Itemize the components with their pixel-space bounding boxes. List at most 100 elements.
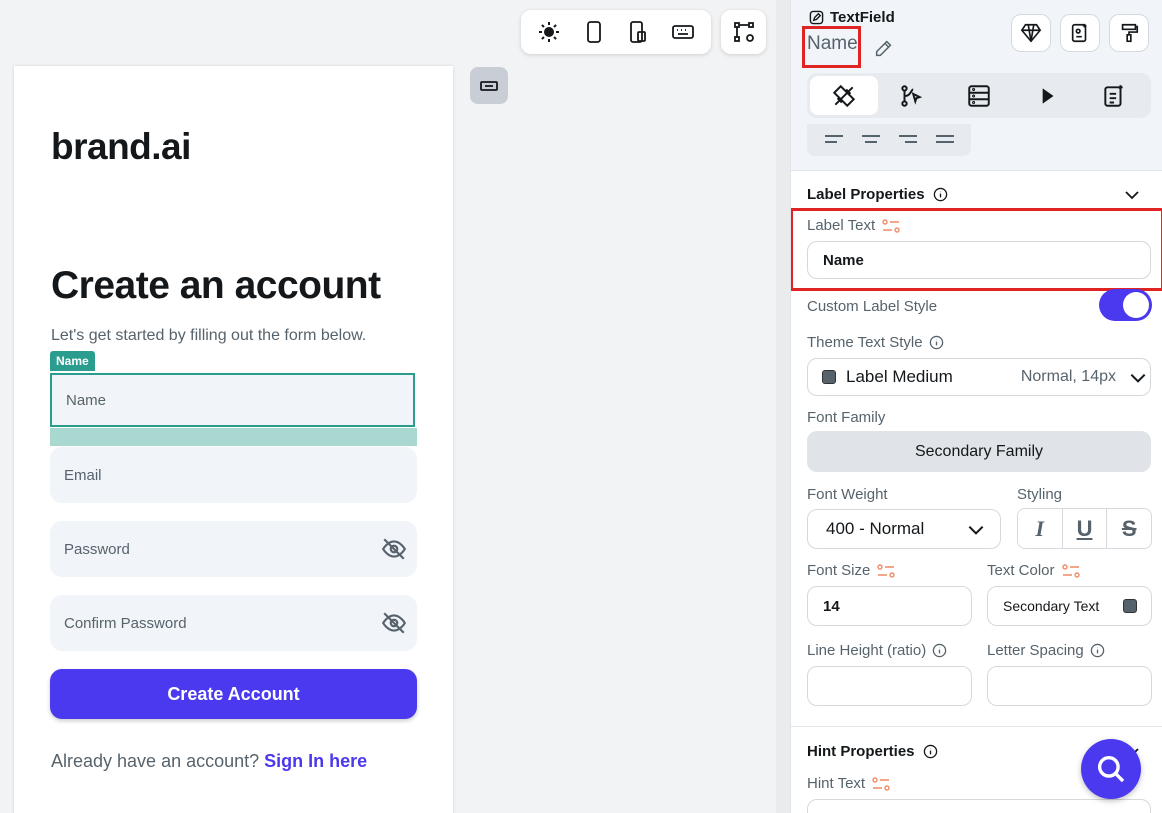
diamond-button[interactable]	[1011, 14, 1051, 52]
email-field[interactable]: Email	[50, 447, 417, 503]
selection-padding-highlight	[50, 428, 417, 446]
canvas-scrollbar[interactable]	[776, 0, 790, 813]
confirm-password-field[interactable]: Confirm Password	[50, 595, 417, 651]
info-icon[interactable]	[923, 744, 938, 759]
search-fab[interactable]	[1081, 739, 1141, 799]
hint-properties-title[interactable]: Hint Properties	[807, 743, 938, 760]
password-field-label: Password	[64, 540, 130, 558]
align-left-icon[interactable]	[823, 132, 845, 148]
format-paint-button[interactable]	[1109, 14, 1149, 52]
text-color-value: Secondary Text	[1003, 598, 1100, 614]
tab-properties[interactable]	[810, 76, 878, 115]
chevron-down-icon	[968, 525, 984, 535]
info-icon[interactable]	[929, 335, 944, 350]
theme-text-style-dropdown[interactable]: Label Medium Normal, 14px	[807, 358, 1151, 396]
selected-widget-tag: Name	[50, 351, 95, 371]
styling-buttons: I U S	[1017, 508, 1152, 549]
tab-documentation[interactable]	[1080, 76, 1148, 115]
info-icon[interactable]	[1090, 643, 1105, 658]
font-size-value: 14	[823, 597, 840, 615]
font-family-value: Secondary Family	[914, 442, 1044, 460]
signin-row: Already have an account? Sign In here	[51, 751, 367, 772]
email-field-label: Email	[64, 466, 102, 484]
page-subtitle: Let's get started by filling out the for…	[51, 327, 367, 344]
edit-square-icon	[809, 10, 824, 25]
custom-label-style-text: Custom Label Style	[807, 298, 938, 315]
eye-off-icon[interactable]	[381, 610, 407, 636]
chevron-down-icon	[1130, 373, 1146, 383]
line-height-label-text: Line Height (ratio)	[807, 642, 927, 659]
font-family-label-text: Font Family	[807, 409, 886, 426]
hint-properties-title-text: Hint Properties	[807, 743, 915, 760]
font-weight-label: Font Weight	[807, 486, 888, 503]
theme-style-value: Label Medium	[846, 367, 953, 386]
text-color-label-text: Text Color	[987, 562, 1055, 579]
strikethrough-button[interactable]: S	[1107, 509, 1151, 548]
letter-spacing-input[interactable]	[987, 666, 1152, 706]
phone-icon	[586, 21, 601, 43]
label-properties-title[interactable]: Label Properties	[807, 186, 948, 203]
hint-text-label: Hint Text	[807, 775, 891, 792]
font-family-button[interactable]: Secondary Family	[807, 431, 1151, 472]
align-center-icon[interactable]	[860, 132, 882, 148]
font-weight-dropdown[interactable]: 400 - Normal	[807, 509, 1001, 549]
custom-label-style-label: Custom Label Style	[807, 298, 937, 315]
component-type-label: TextField	[830, 9, 895, 26]
password-field[interactable]: Password	[50, 521, 417, 577]
hint-text-input[interactable]	[807, 799, 1151, 813]
letter-spacing-label: Letter Spacing	[987, 642, 1105, 659]
confirm-password-field-label: Confirm Password	[64, 614, 187, 632]
text-color-label: Text Color	[987, 562, 1081, 579]
keyboard-toggle-button[interactable]	[667, 16, 699, 48]
tab-actions[interactable]	[878, 76, 946, 115]
widget-tree-toolbar	[721, 10, 766, 54]
tree-settings-button[interactable]	[728, 16, 760, 48]
chevron-down-icon[interactable]	[1123, 186, 1141, 204]
add-variable-button[interactable]	[1060, 14, 1100, 52]
style-swatch	[822, 370, 836, 384]
signin-link[interactable]: Sign In here	[264, 751, 367, 771]
component-type: TextField	[809, 9, 895, 26]
font-family-label: Font Family	[807, 409, 885, 426]
underline-button[interactable]: U	[1063, 509, 1108, 548]
search-icon	[1097, 755, 1125, 783]
theme-text-style-text: Theme Text Style	[807, 334, 923, 351]
hint-text-label-text: Hint Text	[807, 775, 866, 792]
variable-icon[interactable]	[1061, 563, 1081, 578]
theme-style-detail: Normal, 14px	[1020, 368, 1116, 385]
phone-preview-button[interactable]	[578, 16, 610, 48]
design-canvas[interactable]: brand.ai Create an account Let's get sta…	[0, 0, 776, 813]
info-icon[interactable]	[933, 187, 948, 202]
page-title: Create an account	[51, 264, 381, 307]
align-justify-icon[interactable]	[934, 132, 956, 148]
italic-button[interactable]: I	[1018, 509, 1063, 548]
font-size-label: Font Size	[807, 562, 896, 579]
create-account-button[interactable]: Create Account	[50, 669, 417, 719]
text-align-row	[807, 124, 971, 156]
eye-off-icon[interactable]	[381, 536, 407, 562]
font-size-input[interactable]: 14	[807, 586, 972, 626]
add-note-icon	[1104, 84, 1123, 107]
panel-tabbar	[807, 73, 1151, 118]
tab-animations[interactable]	[1013, 76, 1081, 115]
font-weight-value: 400 - Normal	[826, 519, 925, 538]
paint-roller-icon	[1121, 23, 1139, 43]
tab-backend-query[interactable]	[945, 76, 1013, 115]
variable-icon[interactable]	[871, 776, 891, 791]
info-icon[interactable]	[932, 643, 947, 658]
theme-text-style-label: Theme Text Style	[807, 334, 944, 351]
line-height-input[interactable]	[807, 666, 972, 706]
name-field[interactable]: Name	[50, 373, 415, 427]
brand-logo-text: brand.ai	[51, 126, 191, 167]
text-color-picker[interactable]: Secondary Text	[987, 586, 1152, 626]
pencil-icon[interactable]	[873, 37, 895, 59]
align-right-icon[interactable]	[897, 132, 919, 148]
phone-frame: brand.ai Create an account Let's get sta…	[14, 66, 453, 813]
tablet-preview-button[interactable]	[622, 16, 654, 48]
widget-chip[interactable]	[470, 67, 508, 104]
line-height-label: Line Height (ratio)	[807, 642, 947, 659]
panel-header: TextField Name	[791, 0, 1162, 170]
custom-label-style-toggle[interactable]	[1099, 289, 1152, 321]
light-mode-button[interactable]	[533, 16, 565, 48]
variable-icon[interactable]	[876, 563, 896, 578]
